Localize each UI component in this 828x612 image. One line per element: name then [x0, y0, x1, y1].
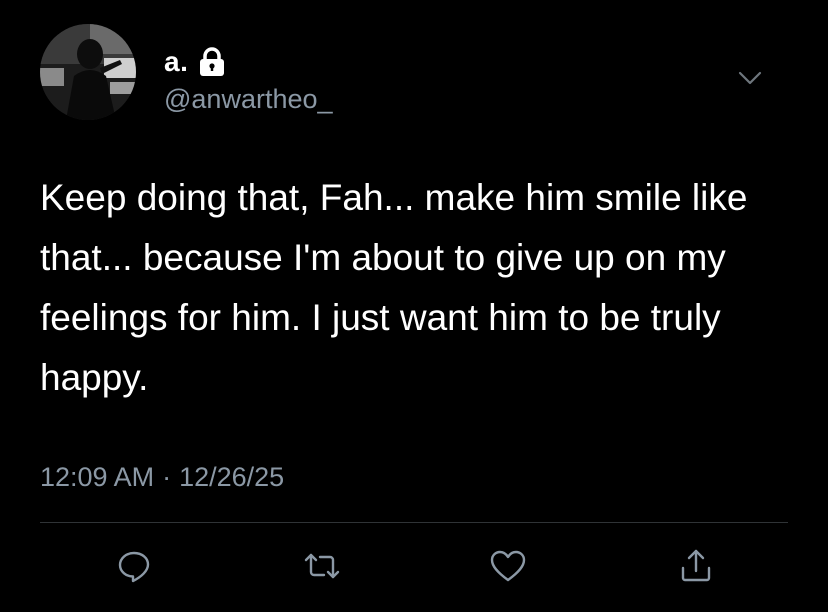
display-name-row: a.: [164, 44, 226, 80]
lock-icon: [198, 47, 226, 77]
like-button[interactable]: [488, 546, 528, 586]
retweet-button[interactable]: [302, 546, 342, 586]
tweet-timestamp: 12:09 AM · 12/26/25: [40, 462, 284, 493]
reply-icon: [118, 551, 150, 583]
tweet-date[interactable]: 12/26/25: [179, 462, 284, 493]
reply-button[interactable]: [114, 546, 154, 586]
share-icon: [681, 549, 711, 582]
divider: [40, 522, 788, 523]
share-button[interactable]: [676, 546, 716, 586]
avatar-photo: [40, 24, 136, 120]
tweet-time[interactable]: 12:09 AM: [40, 462, 154, 493]
chevron-down-icon[interactable]: [736, 64, 764, 92]
tweet-text: Keep doing that, Fah... make him smile l…: [40, 177, 748, 398]
action-bar: [0, 546, 828, 590]
avatar[interactable]: [40, 24, 136, 120]
like-icon: [490, 550, 526, 582]
timestamp-separator: ·: [162, 462, 172, 492]
retweet-icon: [304, 553, 340, 579]
display-name[interactable]: a.: [164, 46, 188, 78]
user-handle[interactable]: @anwartheo_: [164, 84, 333, 115]
